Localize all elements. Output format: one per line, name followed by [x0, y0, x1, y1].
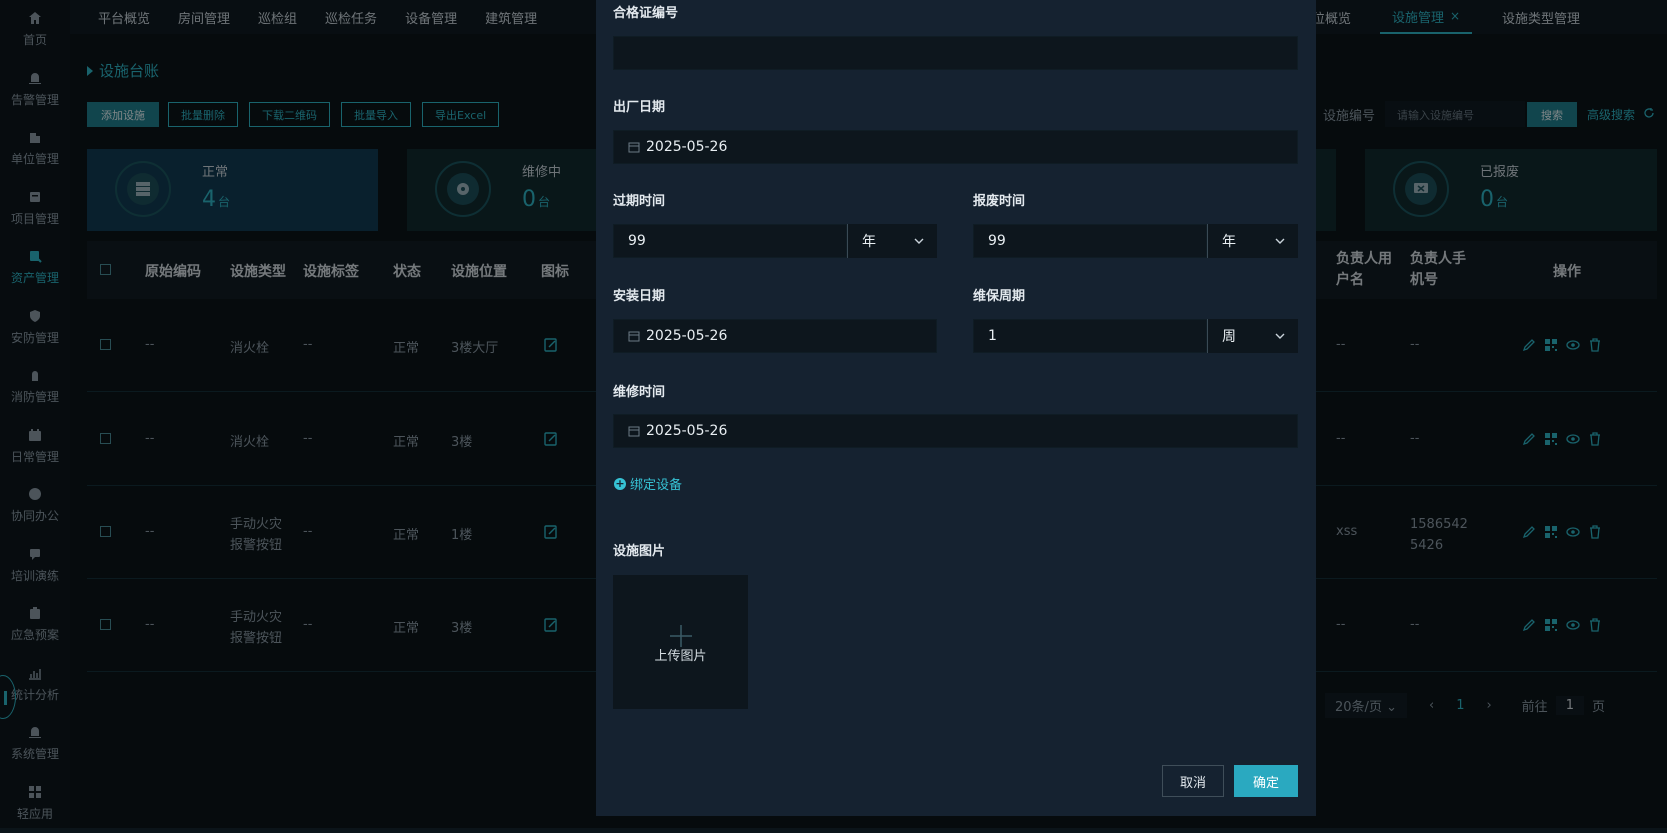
- bind-device-text: 绑定设备: [630, 474, 682, 493]
- calendar-icon: [628, 425, 640, 437]
- install-date-label: 安装日期: [613, 285, 665, 304]
- facility-form-dialog: 合格证编号 出厂日期 2025-05-26 过期时间 99 年 报废时间 99 …: [596, 0, 1316, 816]
- expire-time-input[interactable]: 99: [613, 224, 847, 258]
- chevron-down-icon: [1274, 236, 1286, 246]
- factory-date-picker[interactable]: 2025-05-26: [613, 130, 1298, 164]
- maintenance-cycle-input[interactable]: 1: [973, 319, 1207, 353]
- calendar-icon: [628, 330, 640, 342]
- install-date-picker[interactable]: 2025-05-26: [613, 319, 937, 353]
- plus-icon: [670, 625, 692, 647]
- repair-date-picker[interactable]: 2025-05-26: [613, 414, 1298, 448]
- expire-time-label: 过期时间: [613, 190, 665, 209]
- plus-circle-icon: +: [614, 478, 626, 490]
- confirm-button[interactable]: 确定: [1234, 765, 1298, 797]
- bind-device-link[interactable]: + 绑定设备: [614, 474, 682, 493]
- cancel-button[interactable]: 取消: [1162, 765, 1224, 797]
- scrap-time-input[interactable]: 99: [973, 224, 1207, 258]
- expire-unit-select[interactable]: 年: [847, 224, 937, 258]
- chevron-down-icon: [1274, 331, 1286, 341]
- cert-number-label: 合格证编号: [613, 2, 678, 21]
- chevron-down-icon: [913, 236, 925, 246]
- maintenance-cycle-label: 维保周期: [973, 285, 1025, 304]
- cert-number-input[interactable]: [613, 36, 1298, 70]
- maintenance-unit-select[interactable]: 周: [1207, 319, 1298, 353]
- image-uploader[interactable]: 上传图片: [613, 575, 748, 709]
- scrap-unit-select[interactable]: 年: [1207, 224, 1298, 258]
- facility-photo-label: 设施图片: [613, 540, 665, 559]
- calendar-icon: [628, 141, 640, 153]
- repair-time-label: 维修时间: [613, 381, 665, 400]
- factory-date-label: 出厂日期: [613, 96, 665, 115]
- scrap-time-label: 报废时间: [973, 190, 1025, 209]
- upload-text: 上传图片: [613, 645, 748, 664]
